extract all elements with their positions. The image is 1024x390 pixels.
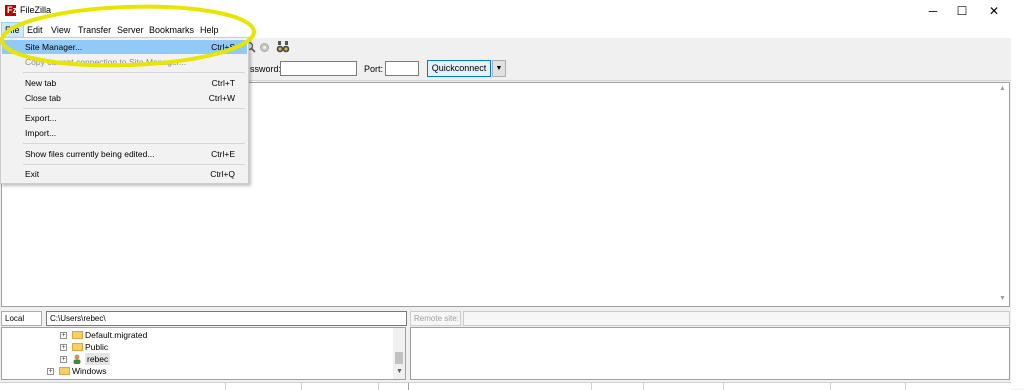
scroll-down-icon[interactable]: ▼: [999, 295, 1006, 302]
menu-item-show-edited-files[interactable]: Show files currently being edited... Ctr…: [2, 147, 247, 161]
port-label: Port:: [364, 64, 384, 74]
binoculars-icon[interactable]: [276, 40, 290, 54]
menu-separator: [23, 72, 245, 73]
filezilla-logo-icon: Fz: [5, 5, 17, 16]
menu-bookmarks[interactable]: Bookmarks: [146, 22, 197, 38]
tree-item-label: Windows: [72, 366, 107, 376]
user-folder-icon: [73, 354, 81, 364]
menu-edit[interactable]: Edit: [24, 22, 46, 38]
menu-item-export[interactable]: Export...: [2, 111, 247, 125]
folder-icon: [72, 343, 83, 351]
tree-item-label: Default.migrated: [85, 330, 148, 340]
menu-separator: [23, 164, 245, 165]
window-title: FileZilla: [20, 5, 52, 15]
expand-icon[interactable]: +: [60, 344, 67, 351]
local-tree-scrollbar[interactable]: ▼: [393, 328, 405, 379]
remote-site-label: Remote site:: [410, 311, 461, 326]
log-scrollbar[interactable]: ▲ ▼: [997, 83, 1009, 306]
menu-view[interactable]: View: [48, 22, 73, 38]
quickconnect-button[interactable]: Quickconnect: [427, 60, 491, 77]
menu-help[interactable]: Help: [197, 22, 222, 38]
tree-item-label: Public: [85, 342, 109, 352]
quickconnect-dropdown-button[interactable]: ▼: [492, 60, 506, 77]
file-menu-dropdown: Site Manager... Ctrl+S Copy current conn…: [0, 37, 249, 184]
menu-item-exit[interactable]: Exit Ctrl+Q: [2, 167, 247, 181]
menu-file[interactable]: File: [1, 22, 24, 38]
remote-site-path-input[interactable]: [463, 311, 1010, 326]
scroll-down-icon[interactable]: ▼: [396, 368, 403, 375]
expand-icon[interactable]: +: [60, 332, 67, 339]
local-site-bar: Local site: C:\Users\rebec\: [1, 311, 407, 336]
menu-server[interactable]: Server: [114, 22, 147, 38]
desktop-background-strip: [1011, 0, 1024, 389]
close-button[interactable]: ✕: [977, 0, 1011, 22]
local-site-path-input[interactable]: C:\Users\rebec\: [46, 311, 407, 326]
local-site-label: Local site:: [1, 311, 42, 336]
menu-item-new-tab[interactable]: New tab Ctrl+T: [2, 76, 247, 90]
scrollbar-thumb[interactable]: [395, 352, 403, 364]
password-label: ssword:: [250, 64, 282, 74]
scroll-up-icon[interactable]: ▲: [999, 85, 1006, 92]
sync-browsing-icon[interactable]: [259, 42, 270, 53]
menu-item-close-tab[interactable]: Close tab Ctrl+W: [2, 91, 247, 105]
menu-separator: [23, 143, 245, 144]
folder-icon: [72, 331, 83, 339]
local-directory-tree[interactable]: + Default.migrated + Public + rebec + Wi…: [1, 327, 406, 380]
expand-icon[interactable]: +: [60, 356, 67, 363]
remote-directory-tree[interactable]: [410, 327, 1010, 380]
menu-separator: [23, 108, 245, 109]
folder-icon: [59, 367, 70, 375]
menu-bar: File Edit View Transfer Server Bookmarks…: [0, 22, 1011, 38]
menu-item-import[interactable]: Import...: [2, 126, 247, 140]
menu-item-site-manager[interactable]: Site Manager... Ctrl+S: [2, 40, 247, 54]
maximize-button[interactable]: ☐: [945, 0, 979, 22]
menu-transfer[interactable]: Transfer: [75, 22, 114, 38]
password-field[interactable]: [280, 61, 357, 76]
remote-site-bar: Remote site:: [410, 311, 1010, 327]
port-field[interactable]: [385, 61, 419, 76]
tree-item-label: rebec: [85, 353, 111, 365]
title-bar: Fz FileZilla ─ ☐ ✕: [0, 0, 1011, 22]
menu-item-copy-connection: Copy current connection to Site Manager.…: [25, 57, 187, 67]
expand-icon[interactable]: +: [47, 368, 54, 375]
